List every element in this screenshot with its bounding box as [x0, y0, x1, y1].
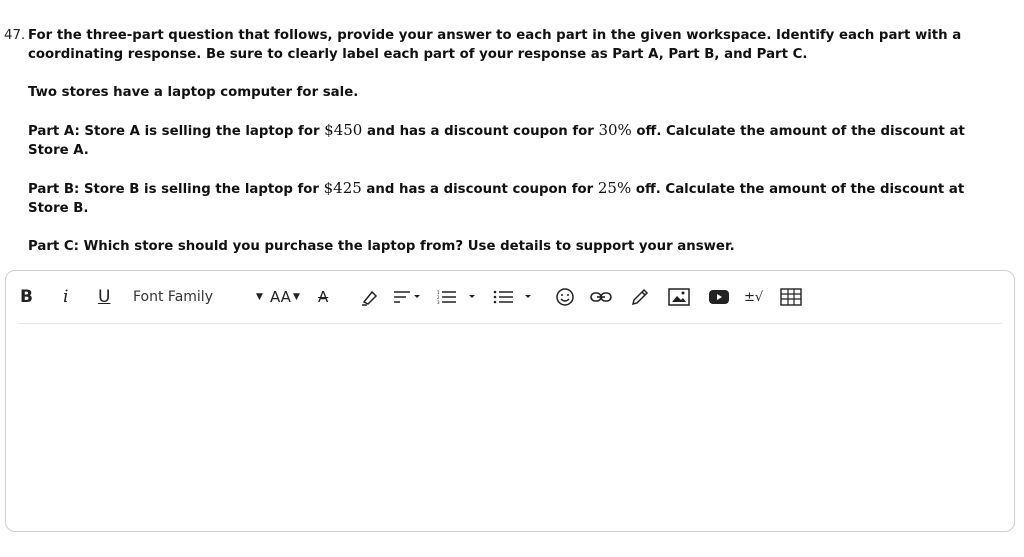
chevron-down-icon[interactable]: ▼ [256, 286, 263, 308]
part-b-percent: 25% [597, 179, 632, 197]
math-icon[interactable]: ±√ [744, 286, 763, 308]
question-instruction: For the three-part question that follows… [28, 28, 962, 62]
svg-text:3: 3 [437, 300, 440, 305]
draw-icon[interactable] [630, 286, 650, 308]
question-block: 47. For the three-part question that fol… [4, 26, 994, 256]
part-a-mid: and has a discount coupon for [362, 124, 599, 139]
question-number: 47. [4, 28, 26, 43]
bold-button[interactable]: B [20, 286, 33, 308]
text-color-icon: A [318, 288, 329, 306]
font-size-icon: AA [270, 288, 291, 306]
table-icon[interactable] [780, 286, 802, 308]
highlight-icon[interactable] [360, 286, 380, 308]
part-a-text: Part A: Store A is selling the laptop fo… [28, 121, 988, 160]
question-header: 47. For the three-part question that fol… [4, 26, 994, 64]
part-c-text: Part C: Which store should you purchase … [28, 239, 735, 254]
question-intro: Two stores have a laptop computer for sa… [28, 85, 359, 100]
ordered-list-icon[interactable]: 123 [436, 286, 478, 308]
link-icon[interactable] [589, 286, 613, 308]
bullet-list-icon[interactable] [492, 286, 534, 308]
video-icon[interactable] [708, 286, 730, 308]
font-size-button[interactable]: AA ▼ [270, 286, 300, 308]
part-a-price: $450 [324, 121, 363, 139]
align-icon[interactable] [392, 286, 422, 308]
part-b-pre: Part B: Store B is selling the laptop fo… [28, 182, 324, 197]
editor-toolbar: B i U Font Family ▼ AA ▼ A 123 ±√ [18, 271, 1002, 324]
italic-button[interactable]: i [63, 286, 68, 308]
image-icon[interactable] [668, 286, 690, 308]
chevron-down-icon: ▼ [292, 292, 300, 302]
part-b-mid: and has a discount coupon for [361, 182, 598, 197]
part-b-price: $425 [323, 179, 362, 197]
emoji-icon[interactable] [555, 286, 575, 308]
font-family-select[interactable]: Font Family [133, 286, 213, 308]
part-a-percent: 30% [598, 121, 632, 139]
underline-button[interactable]: U [98, 286, 110, 308]
part-a-pre: Part A: Store A is selling the laptop fo… [28, 124, 325, 139]
response-text-area[interactable] [6, 324, 1014, 531]
part-b-text: Part B: Store B is selling the laptop fo… [28, 179, 988, 218]
response-editor: B i U Font Family ▼ AA ▼ A 123 ±√ [5, 270, 1015, 532]
text-color-button[interactable]: A [318, 286, 328, 308]
